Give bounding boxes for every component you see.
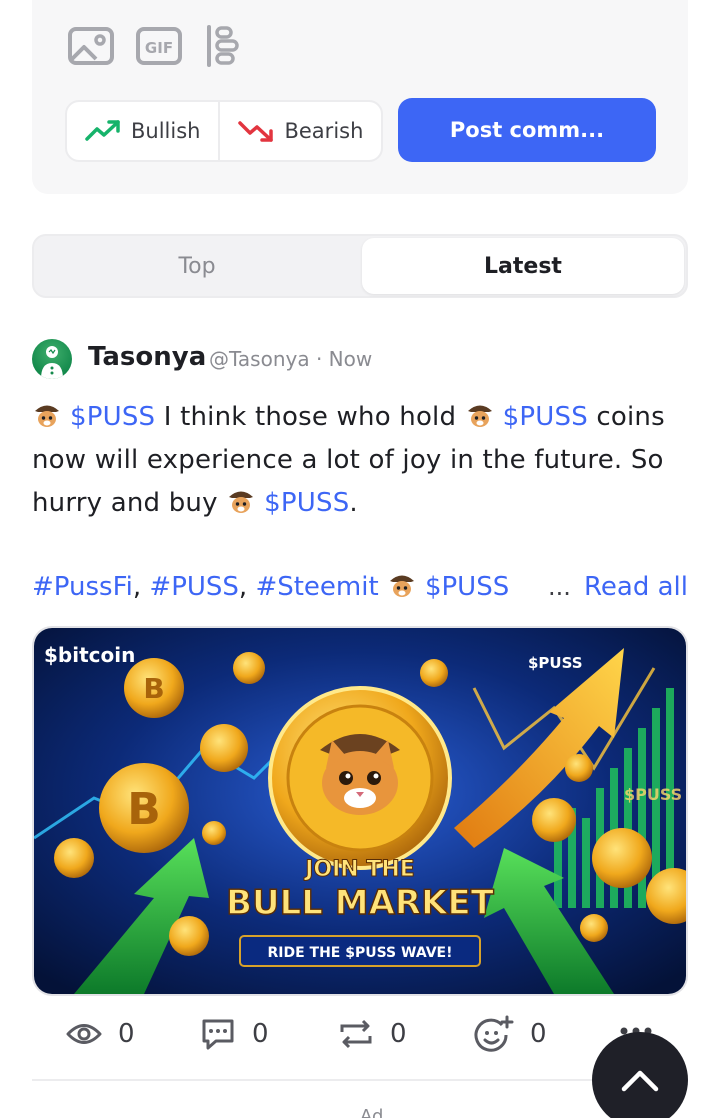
- comments-metric[interactable]: 0: [200, 1010, 269, 1058]
- image-icon: [68, 27, 114, 65]
- add-image-button[interactable]: [66, 24, 116, 68]
- post-comment-button[interactable]: Post comm...: [398, 98, 656, 162]
- reposts-count: 0: [390, 1019, 407, 1049]
- bull-market-illustration: B B $bitcoin $PUSS $PUSS JOIN THE BULL M…: [34, 628, 686, 994]
- svg-text:BULL MARKET: BULL MARKET: [226, 883, 495, 923]
- svg-text:$PUSS: $PUSS: [528, 654, 583, 672]
- feed-tabs: Top Latest: [32, 234, 688, 298]
- puss-token-icon: [389, 575, 414, 597]
- bullish-button[interactable]: Bullish: [67, 102, 218, 160]
- cashtag-link[interactable]: $PUSS: [264, 488, 349, 518]
- bearish-label: Bearish: [284, 119, 364, 143]
- puss-token-icon: [229, 491, 254, 513]
- repost-icon: [340, 1019, 372, 1049]
- cashtag-link[interactable]: $PUSS: [425, 572, 509, 602]
- tab-top[interactable]: Top: [36, 238, 358, 294]
- post-image[interactable]: B B $bitcoin $PUSS $PUSS JOIN THE BULL M…: [32, 626, 688, 996]
- ad-label: Ad: [360, 1106, 384, 1118]
- svg-text:GIF: GIF: [145, 39, 173, 57]
- svg-text:B: B: [127, 784, 161, 835]
- views-count: 0: [118, 1019, 135, 1049]
- avatar[interactable]: [32, 339, 72, 379]
- tag-separator: ,: [132, 572, 142, 602]
- comment-composer: GIF Bullish Bearish Post comm...: [32, 0, 688, 194]
- post-time: Now: [328, 347, 373, 371]
- puss-token-icon: [35, 405, 59, 427]
- puss-coin: [268, 686, 452, 870]
- svg-text:B: B: [143, 672, 164, 705]
- add-poll-button[interactable]: [198, 24, 248, 68]
- comments-count: 0: [252, 1019, 269, 1049]
- post-author-handle[interactable]: @Tasonya: [209, 347, 310, 371]
- cashtag-link[interactable]: $PUSS: [503, 402, 588, 432]
- chevron-up-icon: [621, 1070, 659, 1092]
- reactions-count: 0: [530, 1019, 547, 1049]
- tab-latest[interactable]: Latest: [362, 238, 684, 294]
- read-all-link[interactable]: Read all: [584, 566, 688, 609]
- bitcoin-coin: B: [124, 658, 184, 718]
- svg-text:JOIN THE: JOIN THE: [303, 857, 415, 882]
- hashtag-link[interactable]: #Steemit: [255, 572, 378, 602]
- gif-icon: GIF: [136, 27, 182, 65]
- cashtag-link[interactable]: $PUSS: [70, 402, 155, 432]
- trend-down-icon: [238, 121, 274, 142]
- svg-text:$bitcoin: $bitcoin: [44, 643, 135, 667]
- bullish-label: Bullish: [131, 119, 201, 143]
- hashtag-link[interactable]: #PUSS: [149, 572, 239, 602]
- eye-icon: [66, 1024, 102, 1044]
- post-text-segment: .: [349, 488, 358, 518]
- reposts-metric[interactable]: 0: [338, 1010, 407, 1058]
- views-metric[interactable]: 0: [66, 1010, 135, 1058]
- puss-token-icon: [467, 405, 492, 427]
- post-divider: [32, 1079, 688, 1081]
- tag-separator: ,: [238, 572, 248, 602]
- avatar-image: [41, 346, 63, 379]
- post-meta: @Tasonya · Now: [209, 347, 372, 371]
- post-text-segment: I think those who hold: [163, 402, 457, 432]
- reactions-metric[interactable]: 0: [474, 1010, 547, 1058]
- trend-up-icon: [85, 120, 120, 141]
- add-reaction-icon: [474, 1015, 514, 1052]
- post-author-name[interactable]: Tasonya: [88, 342, 206, 372]
- post-body: $PUSS I think those who hold $PUSS coins…: [32, 396, 692, 525]
- svg-text:RIDE THE $PUSS WAVE!: RIDE THE $PUSS WAVE!: [267, 945, 452, 961]
- truncation-ellipsis: ...: [548, 573, 571, 601]
- meta-separator: ·: [315, 347, 323, 371]
- add-gif-button[interactable]: GIF: [134, 24, 184, 68]
- hashtag-link[interactable]: #PussFi: [32, 572, 133, 602]
- comment-icon: [202, 1019, 234, 1050]
- poll-icon: [207, 25, 239, 67]
- sentiment-selector: Bullish Bearish: [65, 100, 384, 162]
- scroll-to-top-button[interactable]: [592, 1032, 688, 1118]
- svg-text:$PUSS: $PUSS: [624, 785, 682, 804]
- bearish-button[interactable]: Bearish: [218, 102, 381, 160]
